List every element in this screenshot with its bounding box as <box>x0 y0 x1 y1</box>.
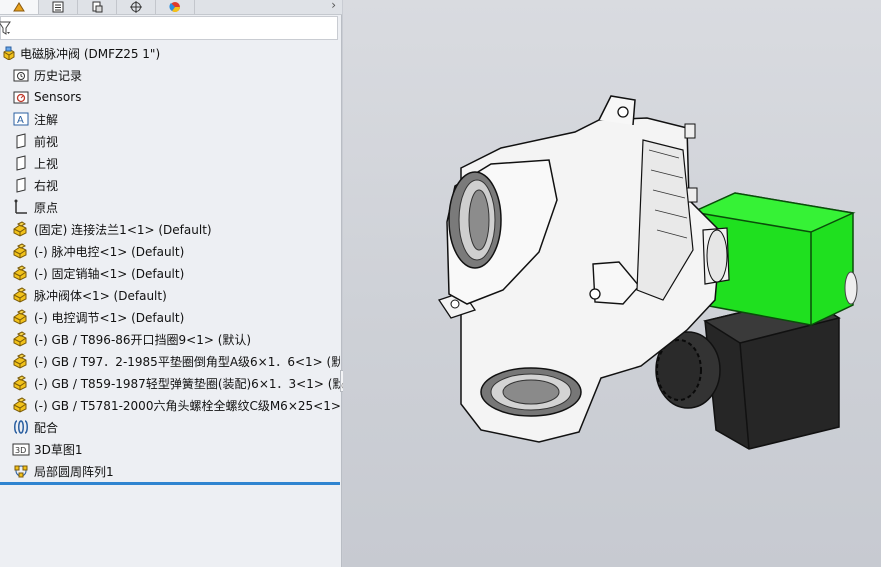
mates-icon <box>12 418 30 436</box>
tree-item-label: (-) GB / T5781-2000六角头螺栓全螺纹C级M6×25<1> ( <box>34 398 340 413</box>
tree-item-label: (固定) 连接法兰1<1> (Default) <box>34 222 212 237</box>
tree-item[interactable]: 3D 3D草图1 <box>12 438 83 460</box>
sensors-icon <box>12 88 30 106</box>
part-icon <box>12 220 30 238</box>
circular-pattern-icon <box>12 462 30 480</box>
tree-item[interactable]: (-) GB / T859-1987轻型弹簧垫圈(装配)6×1．3<1> (默认 <box>12 372 340 394</box>
crosshair-icon <box>130 1 142 13</box>
tree-item[interactable]: (-) GB / T97．2-1985平垫圈倒角型A级6×1．6<1> (默认 <box>12 350 340 372</box>
filter-icon[interactable] <box>0 20 11 36</box>
origin-icon <box>12 198 30 216</box>
tree-item[interactable]: (-) 脉冲电控<1> (Default) <box>12 240 184 262</box>
pulse-valve-3d-model[interactable] <box>343 0 881 567</box>
tree-item-label: Sensors <box>34 90 82 104</box>
tree-item-label: 脉冲阀体<1> (Default) <box>34 288 167 303</box>
tree-item[interactable]: 右视 <box>12 174 58 196</box>
tree-item-label: (-) GB / T896-86开口挡圈9<1> (默认) <box>34 332 252 347</box>
tab-display-manager[interactable] <box>156 0 195 14</box>
tree-item-label: 前视 <box>34 134 59 149</box>
tree-item-label: 上视 <box>34 156 59 171</box>
tree-item[interactable]: (-) GB / T896-86开口挡圈9<1> (默认) <box>12 328 251 350</box>
sketch-3d-icon: 3D <box>12 440 30 458</box>
part-icon <box>12 242 30 260</box>
manager-tab-bar: › <box>0 0 342 15</box>
appearance-icon <box>169 2 180 12</box>
part-icon <box>12 374 30 392</box>
tree-item[interactable]: (-) 固定销轴<1> (Default) <box>12 262 184 284</box>
tree-item[interactable]: A 注解 <box>12 108 58 130</box>
tree-item[interactable]: 配合 <box>12 416 58 438</box>
tree-item[interactable]: 局部圆周阵列1 <box>12 460 114 482</box>
part-icon <box>12 330 30 348</box>
feature-tree-filter[interactable] <box>0 16 338 40</box>
configuration-manager-icon <box>92 1 103 13</box>
tree-item-label: (-) 脉冲电控<1> (Default) <box>34 244 185 259</box>
tree-item-label: 注解 <box>34 112 59 127</box>
tree-item-label: (-) GB / T859-1987轻型弹簧垫圈(装配)6×1．3<1> (默认 <box>34 376 340 391</box>
tab-overflow-chevron-icon[interactable]: › <box>331 0 336 12</box>
tab-configuration-manager[interactable] <box>78 0 117 14</box>
tree-item[interactable]: 前视 <box>12 130 58 152</box>
tree-item[interactable]: (固定) 连接法兰1<1> (Default) <box>12 218 212 240</box>
tree-item-label: 历史记录 <box>34 68 83 83</box>
tree-item[interactable]: 原点 <box>12 196 58 218</box>
history-folder-icon <box>12 66 30 84</box>
part-icon <box>12 264 30 282</box>
part-icon <box>12 308 30 326</box>
tree-item[interactable]: (-) 电控调节<1> (Default) <box>12 306 184 328</box>
rollback-bar[interactable] <box>0 482 340 485</box>
annotations-icon: A <box>12 110 30 128</box>
plane-icon <box>12 132 30 150</box>
tree-item[interactable]: 历史记录 <box>12 64 82 86</box>
tree-item[interactable]: Sensors <box>12 86 81 108</box>
feature-manager-icon <box>13 2 25 12</box>
tab-property-manager[interactable] <box>39 0 78 14</box>
tab-dimxpert-manager[interactable] <box>117 0 156 14</box>
tree-root-assembly[interactable]: 电磁脉冲阀 (DMFZ25 1") <box>0 42 160 64</box>
tree-item[interactable]: (-) GB / T5781-2000六角头螺栓全螺纹C级M6×25<1> ( <box>12 394 340 416</box>
tree-item-label: (-) GB / T97．2-1985平垫圈倒角型A级6×1．6<1> (默认 <box>34 354 340 369</box>
tree-item-label: 局部圆周阵列1 <box>34 464 114 479</box>
tree-item-label: 右视 <box>34 178 59 193</box>
assembly-icon <box>0 44 18 62</box>
tree-item-label: (-) 固定销轴<1> (Default) <box>34 266 185 281</box>
tree-item[interactable]: 上视 <box>12 152 58 174</box>
tree-item[interactable]: 脉冲阀体<1> (Default) <box>12 284 167 306</box>
property-manager-icon <box>52 1 64 13</box>
tree-item-label: 配合 <box>34 420 59 435</box>
part-icon <box>12 396 30 414</box>
tab-feature-manager[interactable] <box>0 0 39 14</box>
tree-item-label: (-) 电控调节<1> (Default) <box>34 310 185 325</box>
tree-item-label: 3D草图1 <box>34 442 83 457</box>
plane-icon <box>12 154 30 172</box>
plane-icon <box>12 176 30 194</box>
part-icon <box>12 352 30 370</box>
part-icon <box>12 286 30 304</box>
tree-item-label: 原点 <box>34 200 59 215</box>
tree-root-label: 电磁脉冲阀 (DMFZ25 1") <box>20 46 161 61</box>
svg-text:A: A <box>17 115 24 126</box>
graphics-area[interactable] <box>343 0 881 567</box>
svg-text:3D: 3D <box>15 446 26 455</box>
feature-manager-panel: › 电磁脉冲阀 (DMFZ25 1") 历史记录 Sensors A 注解前视上视右视… <box>0 0 350 567</box>
